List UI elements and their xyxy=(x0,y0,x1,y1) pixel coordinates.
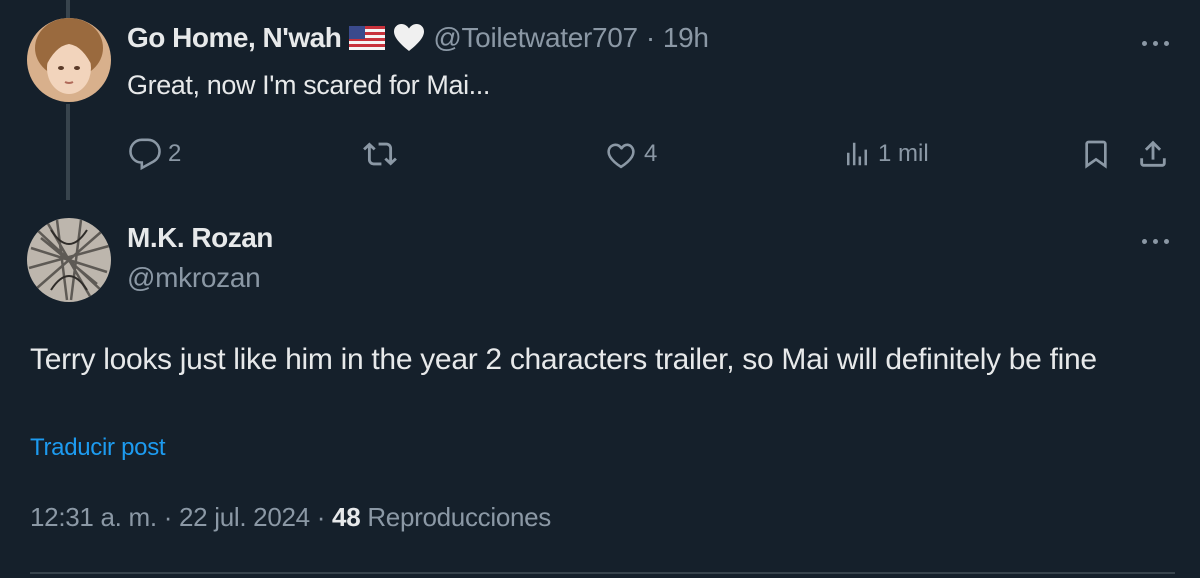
tweet-thread: Go Home, N'wah @Toiletwater707 · 19h Gre… xyxy=(0,0,1200,578)
author-handle[interactable]: @Toiletwater707 xyxy=(433,22,638,54)
heart-icon xyxy=(604,137,638,171)
tweet-timestamp[interactable]: 12:31 a. m. · 22 jul. 2024 · xyxy=(30,502,325,532)
author-name[interactable]: M.K. Rozan xyxy=(127,222,273,254)
author-handle[interactable]: @mkrozan xyxy=(127,262,261,294)
more-options-icon[interactable] xyxy=(1140,38,1172,48)
views-label: Reproducciones xyxy=(367,502,552,532)
reply-count: 2 xyxy=(168,140,182,167)
bookmark-button[interactable] xyxy=(1080,132,1112,176)
tweet-header: Go Home, N'wah @Toiletwater707 · 19h xyxy=(127,22,709,54)
tweet-text: Great, now I'm scared for Mai... xyxy=(127,70,490,100)
avatar[interactable] xyxy=(27,18,111,102)
like-button[interactable]: 4 xyxy=(604,132,657,176)
retweet-button[interactable] xyxy=(362,132,404,176)
author-name[interactable]: Go Home, N'wah xyxy=(127,22,342,54)
tweet-actions: 2 4 1 mil xyxy=(0,132,1200,176)
retweet-icon xyxy=(362,137,398,171)
reply-button[interactable]: 2 xyxy=(128,132,181,176)
analytics-icon xyxy=(842,139,872,169)
tweet-text: Terry looks just like him in the year 2 … xyxy=(30,343,1097,376)
avatar[interactable] xyxy=(27,218,111,302)
us-flag-icon xyxy=(349,26,386,50)
divider xyxy=(30,572,1175,574)
like-count: 4 xyxy=(644,140,658,167)
separator: · xyxy=(645,22,655,53)
views-count: 48 xyxy=(332,502,361,532)
translate-post-link[interactable]: Traducir post xyxy=(30,434,166,462)
share-button[interactable] xyxy=(1136,132,1170,176)
views-button[interactable]: 1 mil xyxy=(842,132,929,176)
more-options-icon[interactable] xyxy=(1140,236,1172,246)
views-count: 1 mil xyxy=(878,140,929,167)
white-heart-icon xyxy=(393,23,425,53)
tweet-time[interactable]: 19h xyxy=(663,22,709,54)
reply-icon xyxy=(128,137,162,171)
share-icon xyxy=(1136,137,1170,171)
thread-line-top xyxy=(66,0,70,18)
bookmark-icon xyxy=(1080,137,1112,171)
tweet-metadata: 12:31 a. m. · 22 jul. 2024 · 48 Reproduc… xyxy=(30,502,551,533)
